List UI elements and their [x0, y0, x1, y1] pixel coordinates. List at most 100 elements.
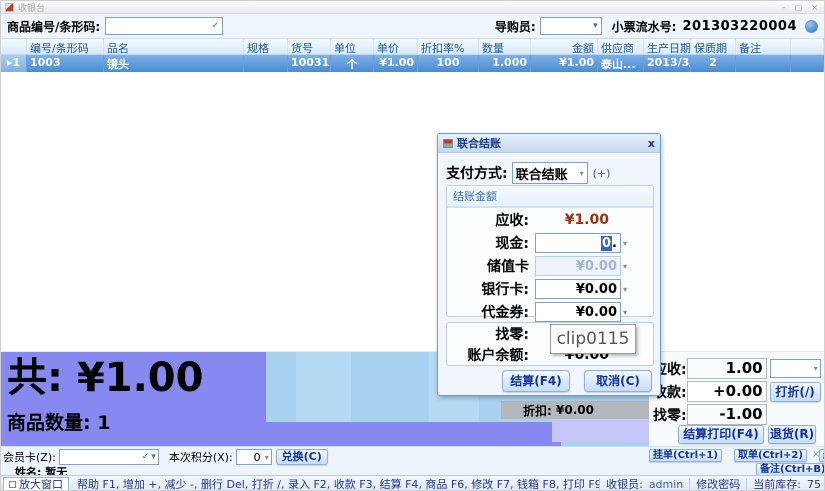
table-header: 编号/条形码 品名 规格 货号 单位 单价 折扣率% 数量 金额 供应商 生产日…	[1, 38, 824, 55]
received-input[interactable]: +0.00	[687, 381, 767, 402]
pay-method-label: 支付方式:	[446, 163, 508, 183]
col-amount[interactable]: 金额	[531, 39, 598, 54]
cash-selected-text: 0	[601, 236, 612, 251]
chevron-down-icon: ▾	[580, 169, 584, 178]
dialog-title-bar[interactable]: 联合结账 x	[438, 134, 660, 153]
pay-method-select[interactable]: 联合结账 ▾	[512, 162, 588, 184]
pos-window: 收银台 – ▢ × 商品编号/条形码: ✓ 导购员: ▾ 小票流水号: 2013…	[0, 0, 825, 491]
total-panel: 共: ¥1.00 商品数量: 1	[1, 352, 266, 446]
bank-card-label: 银行卡:	[451, 279, 529, 299]
globe-icon[interactable]	[805, 20, 818, 33]
purple-strip	[266, 422, 561, 446]
dialog-cancel-button[interactable]: 取消(C)	[584, 370, 652, 392]
voucher-input[interactable]: ¥0.00	[535, 302, 621, 322]
add-pay-method-button[interactable]: (+)	[593, 167, 611, 180]
col-unit[interactable]: 单位	[331, 39, 374, 54]
quantity-label: 商品数量:	[7, 412, 91, 434]
tooltip: clip0115	[550, 324, 636, 354]
chevron-down-icon: ▾	[265, 453, 269, 462]
col-artno[interactable]: 货号	[288, 39, 331, 54]
quantity-line: 商品数量: 1	[7, 408, 260, 435]
col-shelflife[interactable]: 保质期	[691, 39, 736, 54]
col-spec[interactable]: 规格	[244, 39, 288, 54]
chevron-down-icon[interactable]: ▾	[623, 239, 627, 248]
row-indicator: ▸1	[1, 55, 27, 72]
col-remark[interactable]: 备注	[736, 39, 791, 54]
discount-strip: 折扣: ¥0.00	[501, 401, 649, 419]
cell-qty: 1.000	[479, 55, 531, 72]
cell-amount: ¥1.00	[531, 55, 598, 72]
member-bar: 会员卡(Z): ✓ ▾ 本次积分(X): 0 ▾ 兑换(C) 姓名: 暂无 挂单…	[1, 446, 824, 475]
dlg-change-label: 找零:	[451, 324, 529, 344]
product-code-input[interactable]: ✓	[105, 17, 223, 35]
pay-method-value: 联合结账	[516, 164, 578, 183]
cell-spec	[244, 55, 288, 72]
col-name[interactable]: 品名	[104, 39, 244, 54]
amount-group: 结账金额 应收: ¥1.00 现金: 0. ▾ 储值卡 ¥0.00 ▾ 银行卡:…	[446, 185, 654, 317]
cell-proddate: 2013/3/1	[644, 55, 691, 72]
tooltip-text: clip0115	[557, 329, 630, 349]
chevron-down-icon: ▾	[623, 262, 627, 271]
col-discount[interactable]: 折扣率%	[418, 39, 479, 54]
chevron-down-icon: ▾	[593, 22, 598, 31]
amount-group-title: 结账金额	[447, 186, 653, 208]
cash-input[interactable]: 0.	[535, 233, 621, 253]
col-proddate[interactable]: 生产日期	[644, 39, 691, 54]
stock-label: 当前库存:	[753, 476, 801, 491]
discount-button[interactable]: 打折(/)	[770, 382, 821, 402]
product-code-label: 商品编号/条形码:	[7, 18, 100, 35]
change-password-link[interactable]: 修改密码	[696, 476, 740, 491]
close-icon[interactable]: ×	[811, 3, 818, 12]
title-bar: 收银台 – ▢ ×	[1, 1, 824, 14]
zoom-window-label: 放大窗口	[19, 476, 63, 491]
dialog-title: 联合结账	[457, 135, 501, 151]
points-value: 0	[254, 451, 261, 464]
col-price[interactable]: 单价	[374, 39, 418, 54]
points-input[interactable]: 0 ▾	[236, 449, 272, 465]
minimize-icon[interactable]: –	[782, 3, 786, 12]
cashier-value: admin	[649, 478, 683, 491]
total-value: ¥1.00	[77, 355, 204, 401]
exchange-button[interactable]: 兑换(C)	[276, 449, 328, 465]
cell-artno: 10031	[288, 55, 331, 72]
panel-close-icon[interactable]: ×	[812, 449, 820, 460]
stock-value: 75	[807, 478, 821, 491]
cash-rest-text: .	[612, 236, 617, 251]
zoom-window-tab[interactable]: 放大窗口	[3, 477, 69, 491]
chevron-down-icon[interactable]: ▾	[623, 285, 627, 294]
hotkey-help-text: 帮助 F1, 增加 +, 减少 -, 删行 Del, 打折 /, 录入 F2, …	[77, 476, 599, 491]
bank-card-input[interactable]: ¥0.00	[535, 279, 621, 299]
cell-remark	[736, 55, 791, 72]
table-row[interactable]: ▸1 1003 镜头 10031 个 ¥1.00 100 1.000 ¥1.00…	[1, 55, 824, 72]
dlg-receivable-value: ¥1.00	[529, 212, 621, 228]
col-supplier[interactable]: 供应商	[598, 39, 644, 54]
dialog-close-icon[interactable]: x	[648, 137, 655, 150]
cell-price: ¥1.00	[374, 55, 418, 72]
hold-order-button[interactable]: 挂单(Ctrl+1)	[649, 449, 722, 462]
member-card-input[interactable]: ✓ ▾	[59, 449, 159, 465]
check-icon: ✓	[142, 453, 150, 462]
return-button[interactable]: 退货(R)	[768, 425, 816, 444]
cell-supplier: 泰山...	[598, 55, 644, 72]
chevron-down-icon[interactable]: ▾	[623, 308, 627, 317]
points-label: 本次积分(X):	[169, 449, 233, 465]
guide-select[interactable]: ▾	[540, 17, 602, 35]
receipt-number: 201303220004	[682, 19, 797, 34]
table-empty-area[interactable]	[1, 72, 824, 352]
settlement-dialog: 联合结账 x 支付方式: 联合结账 ▾ (+) 结账金额 应收: ¥1.00 现…	[437, 133, 661, 396]
cell-name: 镜头	[104, 55, 244, 72]
quick-amount-select[interactable]: ▾	[770, 359, 821, 378]
col-code[interactable]: 编号/条形码	[27, 39, 104, 54]
cash-label: 现金:	[451, 233, 529, 253]
col-qty[interactable]: 数量	[479, 39, 531, 54]
retrieve-order-button[interactable]: 取单(Ctrl+2)	[734, 449, 807, 462]
check-icon: ✓	[212, 22, 220, 31]
dialog-settle-button[interactable]: 结算(F4)	[502, 370, 570, 392]
top-toolbar: 商品编号/条形码: ✓ 导购员: ▾ 小票流水号: 201303220004	[1, 14, 824, 38]
dialog-icon	[443, 139, 453, 148]
row-number: 1	[12, 56, 20, 69]
maximize-icon[interactable]: ▢	[795, 3, 803, 12]
chevron-down-icon: ▾	[814, 364, 818, 373]
settle-print-button[interactable]: 结算打印(F4)	[678, 425, 764, 444]
col-indicator	[1, 39, 27, 54]
